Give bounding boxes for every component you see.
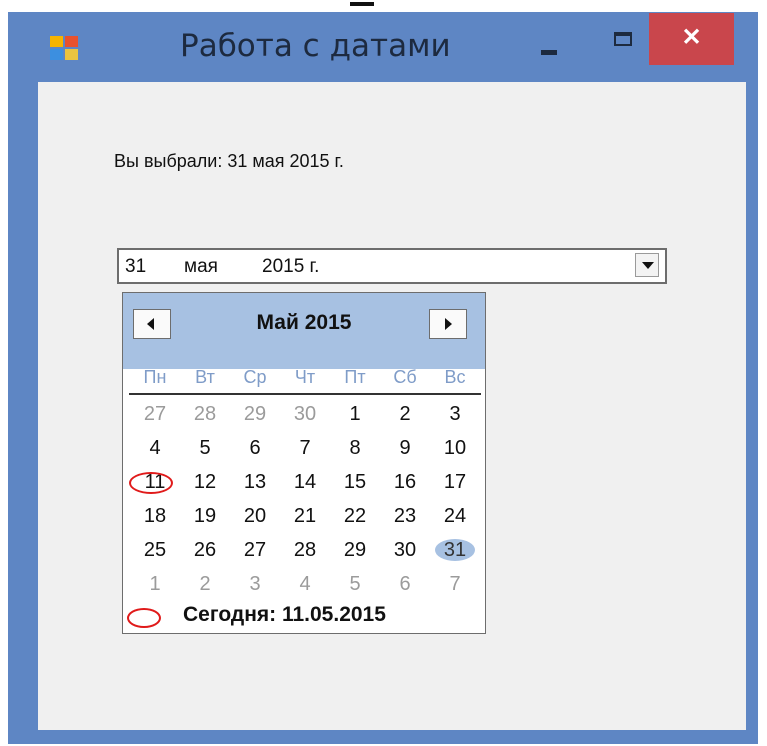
calendar-day-cell[interactable]: 5: [329, 567, 381, 601]
maximize-button[interactable]: [608, 26, 648, 60]
calendar-day-cell[interactable]: 20: [229, 499, 281, 533]
calendar-day-cell[interactable]: 7: [279, 431, 331, 465]
calendar-day-cell[interactable]: 22: [329, 499, 381, 533]
calendar-day-cell[interactable]: 2: [179, 567, 231, 601]
chevron-down-icon: [642, 262, 654, 269]
close-icon: ✕: [681, 24, 702, 51]
app-icon: [50, 36, 80, 60]
calendar-day-cell[interactable]: 28: [279, 533, 331, 567]
today-circle-annotation: [129, 472, 173, 494]
calendar-day-cell[interactable]: 2: [379, 397, 431, 431]
calendar-day-cell[interactable]: 14: [279, 465, 331, 499]
close-button[interactable]: ✕: [649, 13, 734, 65]
calendar-day-cell[interactable]: 1: [329, 397, 381, 431]
calendar-day-cell[interactable]: 4: [129, 431, 181, 465]
calendar-day-cell[interactable]: 6: [229, 431, 281, 465]
dropdown-button[interactable]: [635, 253, 659, 277]
date-year-segment[interactable]: 2015 г.: [262, 256, 319, 278]
maximize-icon: [614, 32, 632, 46]
today-footer[interactable]: Сегодня: 11.05.2015: [123, 601, 485, 631]
calendar-day-cell[interactable]: 17: [429, 465, 481, 499]
calendar-day-cell[interactable]: 6: [379, 567, 431, 601]
calendar-day-cell[interactable]: 27: [229, 533, 281, 567]
calendar-day-cell[interactable]: 19: [179, 499, 231, 533]
calendar-day-cell[interactable]: 5: [179, 431, 231, 465]
date-picker-field[interactable]: 31 мая 2015 г.: [117, 248, 667, 284]
calendar-day-cell[interactable]: 23: [379, 499, 431, 533]
calendar-day-cell[interactable]: 30: [279, 397, 331, 431]
weekday-label: Пт: [344, 367, 366, 387]
minimize-button[interactable]: [528, 30, 574, 64]
today-label: Сегодня: 11.05.2015: [183, 603, 386, 626]
today-marker-annotation: [127, 608, 161, 628]
calendar-day-cell[interactable]: 9: [379, 431, 431, 465]
calendar-day-cell[interactable]: 30: [379, 533, 431, 567]
calendar-day-cell[interactable]: 10: [429, 431, 481, 465]
calendar-day-cell[interactable]: 8: [329, 431, 381, 465]
calendar-day-cell[interactable]: 27: [129, 397, 181, 431]
top-decoration-bar: [350, 2, 374, 6]
calendar-day-cell[interactable]: 12: [179, 465, 231, 499]
calendar-day-cell[interactable]: 15: [329, 465, 381, 499]
calendar-day-cell[interactable]: 26: [179, 533, 231, 567]
calendar-day-cell[interactable]: 21: [279, 499, 331, 533]
minimize-icon: [541, 50, 557, 55]
calendar-day-number: 31: [443, 539, 467, 561]
date-month-segment[interactable]: мая: [184, 256, 218, 278]
calendar-day-cell[interactable]: 25: [129, 533, 181, 567]
calendar-day-cell-today[interactable]: 11: [129, 465, 181, 499]
weekday-label: Чт: [294, 367, 316, 387]
weekday-label: Пн: [143, 367, 167, 387]
window-title: Работа с датами: [180, 28, 451, 64]
calendar-day-cell[interactable]: 7: [429, 567, 481, 601]
weekday-label: Ср: [243, 367, 267, 387]
arrow-right-icon: [445, 318, 452, 330]
calendar-day-cell[interactable]: 29: [229, 397, 281, 431]
calendar-day-cell[interactable]: 13: [229, 465, 281, 499]
calendar-day-cell[interactable]: 3: [229, 567, 281, 601]
app-window: Работа с датами ✕ Вы выбрали: 31 мая 201…: [8, 12, 758, 744]
calendar-day-cell-selected[interactable]: 31: [429, 533, 481, 567]
calendar-day-cell[interactable]: 28: [179, 397, 231, 431]
weekday-header-row: Пн Вт Ср Чт Пт Сб Вс: [129, 365, 481, 395]
form-client-area: Вы выбрали: 31 мая 2015 г. 31 мая 2015 г…: [38, 82, 746, 730]
title-bar[interactable]: Работа с датами ✕: [8, 12, 758, 82]
weekday-label: Вс: [444, 367, 466, 387]
month-calendar-dropdown: Май 2015 Пн Вт Ср Чт Пт Сб Вс 27 28 29 3…: [122, 292, 486, 634]
calendar-day-cell[interactable]: 18: [129, 499, 181, 533]
date-day-segment[interactable]: 31: [125, 256, 146, 278]
calendar-day-cell[interactable]: 16: [379, 465, 431, 499]
calendar-header: Май 2015: [123, 293, 485, 369]
calendar-day-cell[interactable]: 3: [429, 397, 481, 431]
calendar-day-cell[interactable]: 4: [279, 567, 331, 601]
calendar-day-cell[interactable]: 24: [429, 499, 481, 533]
next-month-button[interactable]: [429, 309, 467, 339]
calendar-day-cell[interactable]: 29: [329, 533, 381, 567]
selected-date-label: Вы выбрали: 31 мая 2015 г.: [114, 151, 344, 171]
weekday-label: Вт: [195, 367, 215, 387]
calendar-day-cell[interactable]: 1: [129, 567, 181, 601]
weekday-label: Сб: [393, 367, 417, 387]
